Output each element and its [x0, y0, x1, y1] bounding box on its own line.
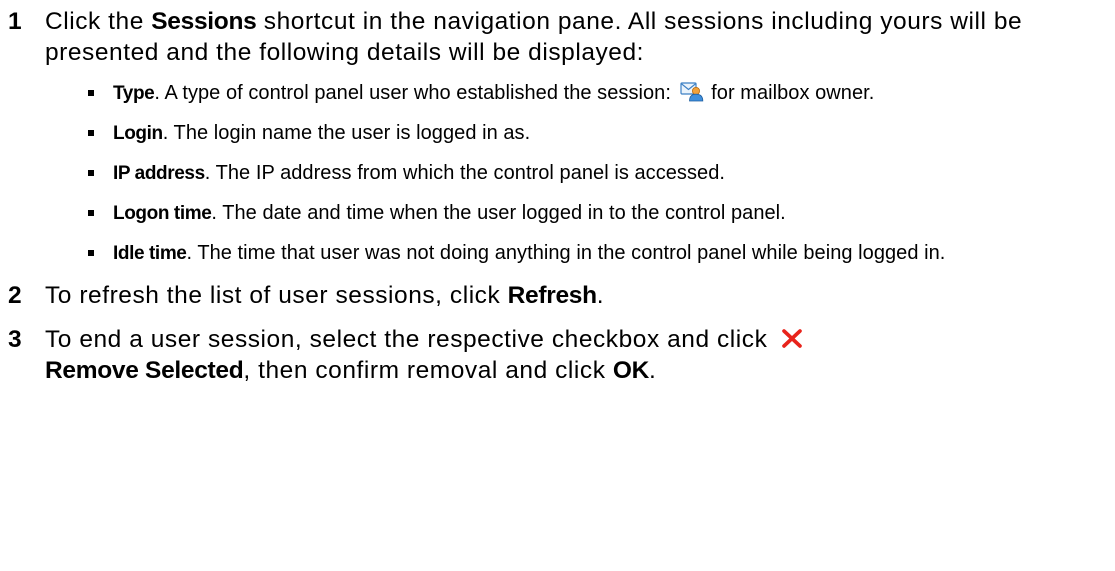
remove-selected-keyword: Remove Selected	[45, 357, 244, 384]
term-ip-address: IP address	[113, 163, 205, 184]
bullet-icon	[88, 130, 94, 136]
list-item-logon-time: Logon time. The date and time when the u…	[45, 200, 1108, 227]
bullet-icon	[88, 90, 94, 96]
term-idle-time: Idle time	[113, 243, 187, 264]
bullet-icon	[88, 250, 94, 256]
step-number: 1	[8, 8, 22, 35]
session-details-list: Type. A type of control panel user who e…	[45, 80, 1108, 267]
list-item-login: Login. The login name the user is logged…	[45, 120, 1108, 147]
step-text: Click the Sessions shortcut in the navig…	[45, 8, 1023, 66]
step-3: 3 To end a user session, select the resp…	[8, 324, 1108, 386]
bullet-icon	[88, 170, 94, 176]
sessions-keyword: Sessions	[151, 8, 257, 35]
list-item-type: Type. A type of control panel user who e…	[45, 80, 1108, 107]
instruction-document: 1 Click the Sessions shortcut in the nav…	[8, 6, 1108, 386]
refresh-keyword: Refresh	[507, 282, 597, 309]
list-item-idle-time: Idle time. The time that user was not do…	[45, 240, 1108, 267]
step-1: 1 Click the Sessions shortcut in the nav…	[8, 6, 1108, 267]
ok-keyword: OK	[612, 357, 650, 384]
step-text: To end a user session, select the respec…	[45, 326, 803, 384]
term-type: Type	[113, 83, 155, 104]
step-text: To refresh the list of user sessions, cl…	[45, 282, 605, 309]
term-logon-time: Logon time	[113, 203, 212, 224]
step-2: 2 To refresh the list of user sessions, …	[8, 280, 1108, 311]
term-login: Login	[113, 123, 163, 144]
remove-x-icon	[781, 329, 802, 348]
step-number: 3	[8, 326, 22, 353]
step-number: 2	[8, 282, 22, 309]
list-item-ip-address: IP address. The IP address from which th…	[45, 160, 1108, 187]
mailbox-owner-icon	[679, 82, 703, 102]
bullet-icon	[88, 210, 94, 216]
